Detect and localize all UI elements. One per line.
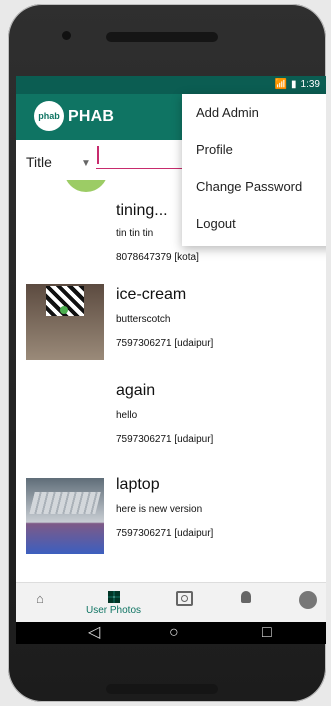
overflow-menu: Add Admin Profile Change Password Logout	[182, 94, 326, 246]
menu-item-add-admin[interactable]: Add Admin	[182, 94, 326, 131]
app-title: PHAB	[68, 108, 115, 125]
grid-icon	[107, 591, 120, 603]
front-camera	[62, 31, 71, 40]
notifications-nav-button[interactable]	[241, 591, 251, 603]
status-indicators: 📶 ▮ 1:39	[275, 79, 320, 90]
camera-nav-button[interactable]	[176, 591, 193, 606]
item-photo[interactable]	[26, 478, 104, 554]
logo-text: phab	[38, 111, 60, 121]
recents-button[interactable]: □	[262, 624, 272, 642]
battery-icon: ▮	[291, 79, 297, 90]
item-title: ice-cream	[116, 286, 187, 303]
app-logo: phab	[34, 101, 64, 131]
system-navigation-bar: ◁ ○ □	[16, 622, 326, 644]
item-phone: 7597306271 [udaipur]	[116, 338, 214, 349]
item-phone: 7597306271 [udaipur]	[116, 528, 214, 539]
item-phone: 7597306271 [udaipur]	[116, 434, 214, 445]
signal-icon: 📶	[274, 79, 288, 90]
chevron-down-icon[interactable]: ▼	[81, 158, 91, 169]
item-subtitle: butterscotch	[116, 314, 171, 325]
bottom-speaker	[106, 684, 218, 694]
phone-device: 📶 ▮ 1:39 phab PHAB Title ▼ tining... tin…	[8, 4, 326, 702]
menu-item-change-password[interactable]: Change Password	[182, 168, 326, 205]
menu-item-logout[interactable]: Logout	[182, 205, 326, 242]
item-subtitle: here is new version	[116, 504, 203, 515]
item-title: laptop	[116, 476, 160, 493]
earpiece-speaker	[106, 32, 218, 42]
avatar-icon	[299, 591, 317, 609]
item-title: again	[116, 382, 156, 399]
app-screen: 📶 ▮ 1:39 phab PHAB Title ▼ tining... tin…	[16, 76, 326, 644]
status-bar: 📶 ▮ 1:39	[16, 76, 326, 94]
user-photos-label: User Photos	[86, 605, 142, 616]
profile-nav-button[interactable]	[299, 591, 317, 609]
item-subtitle: tin tin tin	[116, 228, 154, 239]
home-button[interactable]: ○	[169, 624, 179, 642]
item-photo[interactable]	[26, 284, 104, 360]
home-icon: ⌂	[36, 591, 44, 606]
item-subtitle: hello	[116, 410, 138, 421]
menu-item-profile[interactable]: Profile	[182, 131, 326, 168]
user-photos-nav-button[interactable]: User Photos	[86, 591, 141, 616]
item-phone: 8078647379 [kota]	[116, 252, 199, 263]
filter-select[interactable]: Title	[26, 154, 52, 170]
item-title: tining...	[116, 202, 168, 219]
bottom-navigation: ⌂ User Photos	[16, 582, 326, 623]
bell-icon	[241, 591, 251, 603]
text-cursor	[97, 146, 99, 164]
partial-avatar-image	[64, 180, 108, 192]
clock: 1:39	[300, 79, 320, 90]
camera-icon	[176, 591, 193, 606]
back-button[interactable]: ◁	[88, 624, 100, 642]
home-nav-button[interactable]: ⌂	[36, 591, 44, 606]
